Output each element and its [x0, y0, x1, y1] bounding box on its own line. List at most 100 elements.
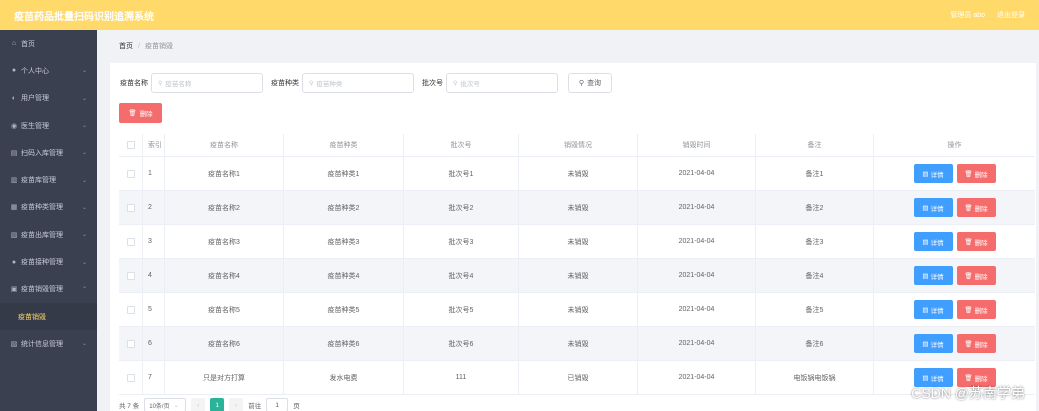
detail-label: 详情 [930, 307, 944, 315]
row-checkbox[interactable] [126, 237, 135, 246]
prev-page-button[interactable]: ‹ [191, 398, 206, 411]
sidebar-item-home[interactable]: ⌂ 首页 [0, 30, 97, 57]
row-checkbox[interactable] [126, 373, 135, 382]
sidebar-item-vaccine-store[interactable]: ▥ 疫苗库管理 ⌄ [0, 166, 97, 193]
cell-name: 疫苗名称2 [165, 191, 284, 224]
row-checkbox[interactable] [126, 271, 135, 280]
name-search-input[interactable]: ⚲ 疫苗名称 [151, 73, 263, 93]
row-select-cell [119, 327, 143, 360]
row-delete-button[interactable]: 🗑 删除 [956, 198, 996, 217]
table-body: 1 疫苗名称1 疫苗种类1 批次号1 未销毁 2021-04-04 备注1 ▤ 详情 🗑 删除 2 疫苗… [119, 157, 1035, 395]
chevron-down-icon: ⌄ [81, 123, 87, 130]
cell-index: 5 [143, 293, 165, 326]
vaccine-destroy-table: 索引 疫苗名称 疫苗种类 批次号 销毁情况 销毁时间 备注 操作 1 疫苗名称1 疫… [119, 134, 1035, 395]
chevron-down-icon: ⌄ [81, 68, 87, 75]
next-page-button[interactable]: › [229, 398, 244, 411]
batch-search-input[interactable]: ⚲ 批次号 [446, 73, 558, 93]
cell-note: 备注2 [756, 191, 874, 224]
header-actions: 操作 [947, 142, 962, 149]
header-type: 疫苗种类 [284, 134, 404, 156]
sidebar-item-vaccination[interactable]: ● 疫苗接种管理 ⌄ [0, 248, 97, 275]
cell-batch: 批次号6 [404, 327, 519, 360]
header-note: 备注 [756, 134, 874, 156]
admin-name: 管理员 abo [950, 12, 985, 19]
type-search-input[interactable]: ⚲ 疫苗种类 [302, 73, 414, 93]
select-all-checkbox[interactable] [126, 141, 135, 149]
search-icon: ⚲ [158, 80, 163, 87]
cell-actions: ▤ 详情 🗑 删除 [874, 225, 1035, 258]
main-content: 首页 / 疫苗销毁 疫苗名称 ⚲ 疫苗名称 疫苗种类 ⚲ 疫苗种类 批次号 ⚲ 批次号… [97, 30, 1039, 411]
row-checkbox[interactable] [126, 339, 135, 348]
query-button[interactable]: ⚲ 查询 [568, 73, 612, 93]
sidebar-item-vaccine-type[interactable]: ▦ 疫苗种类管理 ⌄ [0, 194, 97, 221]
sidebar-item-label: 疫苗库管理 [21, 177, 56, 185]
sidebar-item-scan-in[interactable]: ▤ 扫码入库管理 ⌄ [0, 139, 97, 166]
chevron-down-icon: ⌄ [81, 177, 87, 184]
category-icon: ▦ [10, 204, 18, 212]
cell-index: 6 [143, 327, 165, 360]
chevron-down-icon: ⌄ [81, 150, 87, 157]
row-select-cell [119, 225, 143, 258]
row-delete-button[interactable]: 🗑 删除 [956, 232, 996, 251]
cell-note: 备注5 [756, 293, 874, 326]
cell-actions: ▤ 详情 🗑 删除 [874, 293, 1035, 326]
breadcrumb-home[interactable]: 首页 [119, 41, 133, 51]
logout-link[interactable]: 退出登录 [997, 10, 1025, 20]
cell-time: 2021-04-04 [638, 259, 756, 292]
stats-icon: ▨ [10, 340, 18, 348]
sidebar-subitem-destroy[interactable]: 疫苗销毁 [0, 302, 97, 331]
row-delete-button[interactable]: 🗑 删除 [956, 334, 996, 353]
detail-button[interactable]: ▤ 详情 [913, 232, 953, 251]
detail-button[interactable]: ▤ 详情 [913, 198, 953, 217]
cell-time: 2021-04-04 [638, 191, 756, 224]
home-icon: ⌂ [11, 40, 17, 48]
chevron-down-icon: ⌄ [81, 95, 87, 102]
chevron-down-icon: ⌄ [81, 232, 87, 239]
table-row: 3 疫苗名称3 疫苗种类3 批次号3 未销毁 2021-04-04 备注3 ▤ 详情 🗑 删除 [119, 225, 1035, 259]
cell-actions: ▤ 详情 🗑 删除 [874, 327, 1035, 360]
sidebar-item-doctors[interactable]: ◉ 医生管理 ⌄ [0, 112, 97, 139]
row-checkbox[interactable] [126, 203, 135, 212]
type-label: 疫苗种类 [271, 80, 299, 87]
cell-type: 疫苗种类6 [284, 327, 404, 360]
trash-icon: 🗑 [964, 204, 973, 212]
sidebar-item-users[interactable]: ◐ 用户管理 ⌄ [0, 85, 97, 112]
row-delete-button[interactable]: 🗑 删除 [956, 164, 996, 183]
row-checkbox[interactable] [126, 305, 135, 314]
cell-batch: 批次号4 [404, 259, 519, 292]
row-delete-button[interactable]: 🗑 删除 [956, 266, 996, 285]
sidebar-item-vaccine-out[interactable]: ▧ 疫苗出库管理 ⌄ [0, 221, 97, 248]
name-placeholder: 疫苗名称 [165, 81, 192, 88]
detail-button[interactable]: ▤ 详情 [913, 164, 953, 183]
goto-page-input[interactable]: 1 [266, 398, 289, 411]
batch-delete-button[interactable]: 🗑 删除 [119, 103, 162, 123]
detail-label: 详情 [930, 375, 944, 383]
cell-batch: 111 [404, 361, 519, 394]
page-size-select[interactable]: 10条/页 ⌄ [144, 398, 187, 411]
cell-type: 疫苗种类2 [284, 191, 404, 224]
cell-type: 疫苗种类4 [284, 259, 404, 292]
sidebar-item-label: 疫苗出库管理 [21, 231, 63, 239]
document-icon: ▤ [922, 374, 929, 382]
total-count: 共 7 条 [119, 403, 140, 410]
detail-button[interactable]: ▤ 详情 [913, 334, 953, 353]
cell-batch: 批次号1 [404, 157, 519, 190]
watermark: CSDN @苏南学弟 [911, 385, 1025, 401]
sidebar-item-label: 疫苗销毁管理 [21, 286, 63, 294]
header-name: 疫苗名称 [165, 134, 284, 156]
trash-icon: 🗑 [964, 170, 973, 178]
sidebar-item-stats[interactable]: ▨ 统计信息管理 ⌄ [0, 330, 97, 357]
row-select-cell [119, 293, 143, 326]
cell-index: 4 [143, 259, 165, 292]
cell-type: 疫苗种类3 [284, 225, 404, 258]
sidebar-item-destroy[interactable]: ▣ 疫苗销毁管理 ⌃ [0, 276, 97, 303]
detail-button[interactable]: ▤ 详情 [913, 300, 953, 319]
search-form: 疫苗名称 ⚲ 疫苗名称 疫苗种类 ⚲ 疫苗种类 批次号 ⚲ 批次号 ⚲ 查询 [120, 73, 612, 93]
sidebar-item-profile[interactable]: ● 个人中心 ⌄ [0, 57, 97, 84]
row-checkbox[interactable] [126, 169, 135, 178]
row-delete-button[interactable]: 🗑 删除 [956, 300, 996, 319]
page-number-1[interactable]: 1 [210, 398, 225, 411]
detail-button[interactable]: ▤ 详情 [913, 266, 953, 285]
cell-batch: 批次号3 [404, 225, 519, 258]
cell-name: 疫苗名称6 [165, 327, 284, 360]
